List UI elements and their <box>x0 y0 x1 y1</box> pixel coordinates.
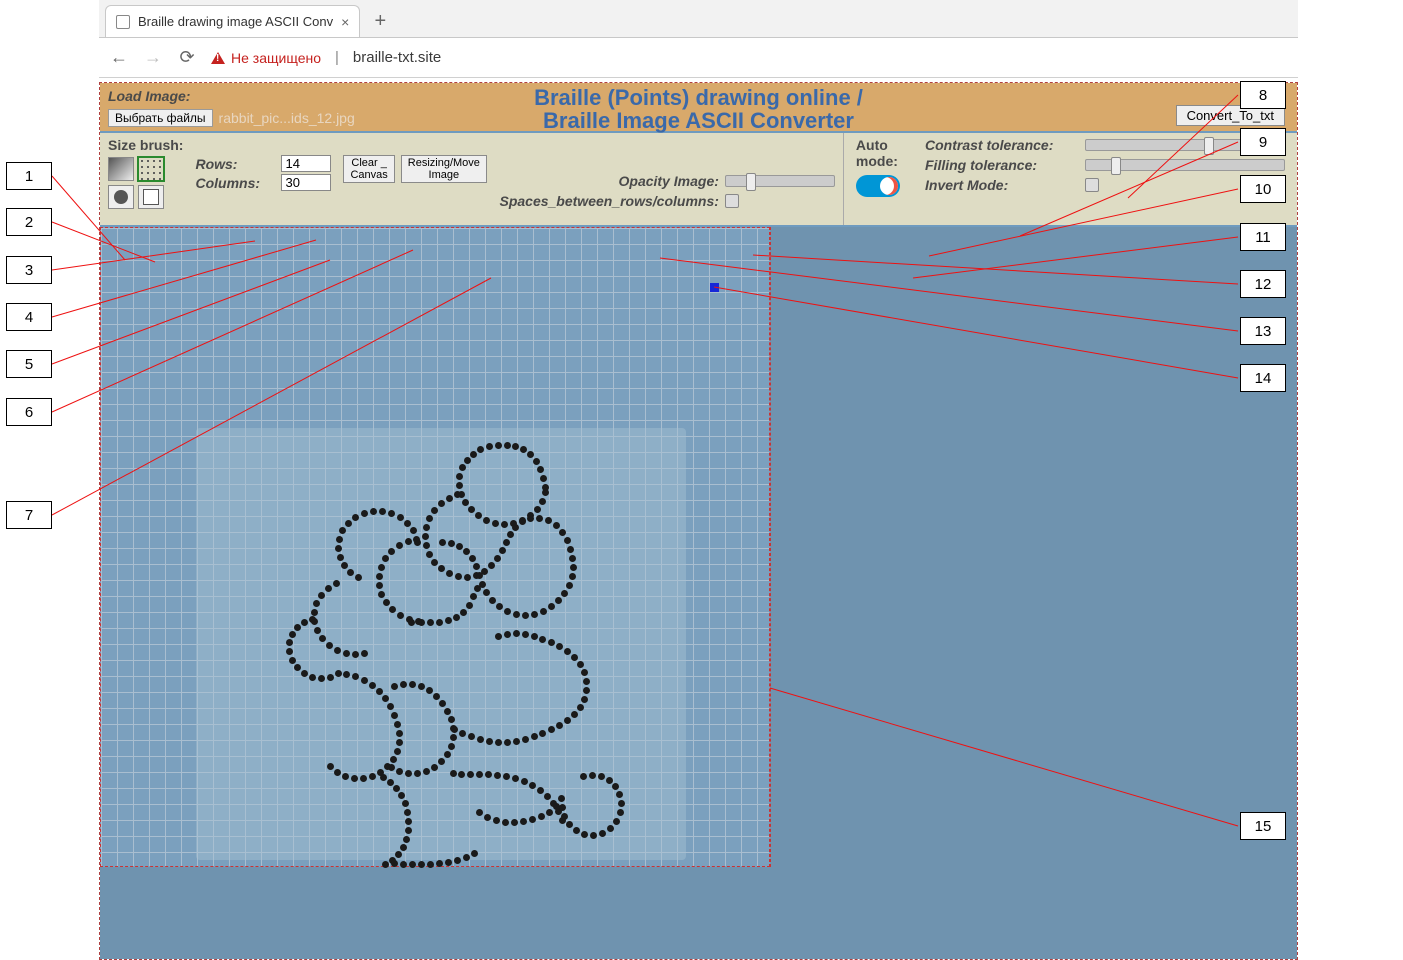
opacity-slider[interactable] <box>725 175 835 187</box>
right-controls: Auto mode: Contrast tolerance: Filling t… <box>844 133 1297 225</box>
braille-dots-layer <box>101 228 769 866</box>
brush-square[interactable] <box>138 185 164 209</box>
convert-to-txt-button[interactable]: Convert_To_txt <box>1176 105 1285 126</box>
close-icon[interactable]: × <box>341 14 349 30</box>
invert-label: Invert Mode: <box>925 177 1075 193</box>
header-band: Load Image: Выбрать файлы rabbit_pic...i… <box>100 83 1297 131</box>
auto-mode-label: Auto mode: <box>856 137 905 169</box>
drawing-grid[interactable] <box>100 227 770 867</box>
callout-6: 6 <box>6 398 52 426</box>
canvas-area[interactable] <box>100 227 1297 959</box>
clear-canvas-button[interactable]: Clear _ Canvas <box>343 155 394 183</box>
back-button[interactable]: ← <box>109 47 129 68</box>
callout-7: 7 <box>6 501 52 529</box>
warning-icon <box>211 52 225 64</box>
columns-input[interactable] <box>281 174 331 191</box>
auto-mode-toggle[interactable] <box>856 175 900 197</box>
callout-1: 1 <box>6 162 52 190</box>
callout-5: 5 <box>6 350 52 378</box>
tab-strip: Braille drawing image ASCII Conv × + <box>99 0 1298 38</box>
controls-band: Size brush: Rows: Columns: <box>100 131 1297 227</box>
callout-4: 4 <box>6 303 52 331</box>
filling-slider[interactable] <box>1085 159 1285 171</box>
size-brush-label: Size brush: <box>108 137 183 153</box>
load-image-label: Load Image: <box>108 88 190 104</box>
chosen-file-name: rabbit_pic...ids_12.jpg <box>219 110 355 126</box>
brush-dots[interactable] <box>138 157 164 181</box>
opacity-label: Opacity Image: <box>499 173 719 189</box>
filling-label: Filling tolerance: <box>925 157 1075 173</box>
spaces-label: Spaces_between_rows/columns: <box>499 193 719 209</box>
url-text[interactable]: braille-txt.site <box>353 49 441 66</box>
security-status[interactable]: Не защищено <box>211 50 321 66</box>
resize-handle[interactable] <box>710 283 719 292</box>
app-window: Load Image: Выбрать файлы rabbit_pic...i… <box>99 82 1298 960</box>
spaces-checkbox[interactable] <box>725 194 739 208</box>
callout-3: 3 <box>6 256 52 284</box>
callout-2: 2 <box>6 208 52 236</box>
browser-tab[interactable]: Braille drawing image ASCII Conv × <box>105 5 360 37</box>
contrast-label: Contrast tolerance: <box>925 137 1075 153</box>
brush-soft[interactable] <box>108 157 134 181</box>
forward-button[interactable]: → <box>143 47 163 68</box>
page-icon <box>116 15 130 29</box>
left-controls: Size brush: Rows: Columns: <box>100 133 844 225</box>
invert-checkbox[interactable] <box>1085 178 1099 192</box>
contrast-slider[interactable] <box>1085 139 1285 151</box>
address-bar: ← → ⟳ Не защищено | braille-txt.site <box>99 38 1298 78</box>
reload-button[interactable]: ⟳ <box>177 47 197 68</box>
security-text: Не защищено <box>231 50 321 66</box>
address-separator: | <box>335 49 339 66</box>
choose-file-button[interactable]: Выбрать файлы <box>108 109 213 127</box>
rows-label: Rows: <box>195 156 275 172</box>
new-tab-button[interactable]: + <box>366 7 394 35</box>
columns-label: Columns: <box>195 175 275 191</box>
tab-title: Braille drawing image ASCII Conv <box>138 14 333 29</box>
resize-move-button[interactable]: Resizing/Move Image <box>401 155 487 183</box>
canvas-right-edge[interactable] <box>770 227 771 867</box>
brush-circle[interactable] <box>108 185 134 209</box>
browser-chrome: Braille drawing image ASCII Conv × + ← →… <box>99 0 1298 78</box>
rows-input[interactable] <box>281 155 331 172</box>
